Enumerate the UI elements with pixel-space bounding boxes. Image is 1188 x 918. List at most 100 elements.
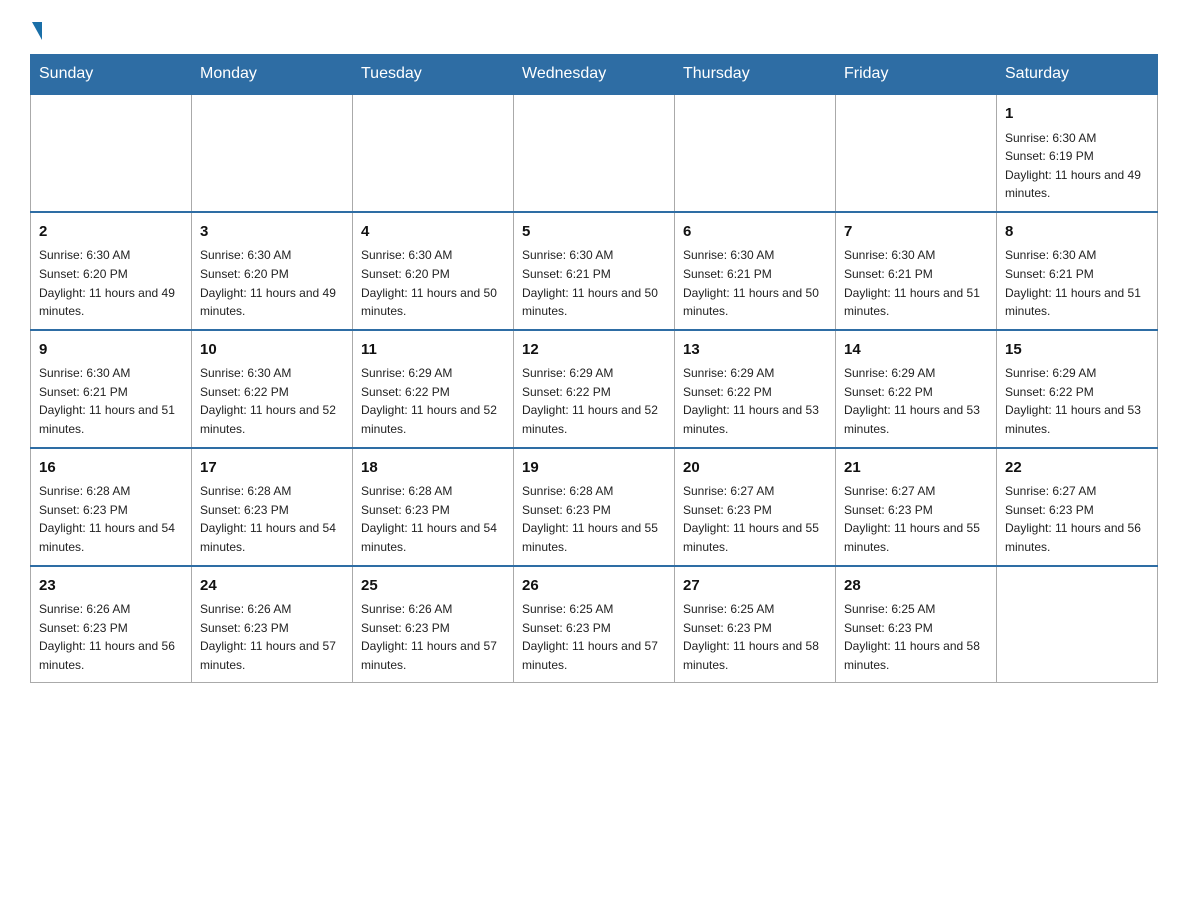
calendar-body: 1 Sunrise: 6:30 AMSunset: 6:19 PMDaylight… — [31, 94, 1158, 683]
calendar-day-cell: 9Sunrise: 6:30 AMSunset: 6:21 PMDaylight… — [31, 330, 192, 448]
day-number: 9 — [39, 339, 183, 362]
calendar-day-cell: 26Sunrise: 6:25 AMSunset: 6:23 PMDayligh… — [514, 566, 675, 683]
calendar-day-cell: 12Sunrise: 6:29 AMSunset: 6:22 PMDayligh… — [514, 330, 675, 448]
day-number: 15 — [1005, 339, 1149, 362]
day-info: Sunrise: 6:29 AMSunset: 6:22 PMDaylight:… — [361, 364, 505, 438]
day-number: 10 — [200, 339, 344, 362]
day-number: 17 — [200, 457, 344, 480]
calendar-day-cell: 1 Sunrise: 6:30 AMSunset: 6:19 PMDaylight… — [997, 94, 1158, 212]
day-number: 20 — [683, 457, 827, 480]
calendar-day-cell: 10Sunrise: 6:30 AMSunset: 6:22 PMDayligh… — [192, 330, 353, 448]
day-number: 25 — [361, 575, 505, 598]
day-info: Sunrise: 6:30 AMSunset: 6:21 PMDaylight:… — [1005, 246, 1149, 320]
day-info: Sunrise: 6:27 AMSunset: 6:23 PMDaylight:… — [683, 482, 827, 556]
day-info: Sunrise: 6:25 AMSunset: 6:23 PMDaylight:… — [844, 600, 988, 674]
calendar-day-cell: 20Sunrise: 6:27 AMSunset: 6:23 PMDayligh… — [675, 448, 836, 566]
calendar-day-header: Wednesday — [514, 55, 675, 95]
calendar-day-cell: 22Sunrise: 6:27 AMSunset: 6:23 PMDayligh… — [997, 448, 1158, 566]
calendar-day-cell: 6Sunrise: 6:30 AMSunset: 6:21 PMDaylight… — [675, 212, 836, 330]
day-number: 27 — [683, 575, 827, 598]
day-info: Sunrise: 6:29 AMSunset: 6:22 PMDaylight:… — [522, 364, 666, 438]
calendar-day-cell: 27Sunrise: 6:25 AMSunset: 6:23 PMDayligh… — [675, 566, 836, 683]
calendar-day-header: Tuesday — [353, 55, 514, 95]
day-number: 12 — [522, 339, 666, 362]
day-info: Sunrise: 6:28 AMSunset: 6:23 PMDaylight:… — [522, 482, 666, 556]
day-info: Sunrise: 6:30 AMSunset: 6:21 PMDaylight:… — [39, 364, 183, 438]
day-info: Sunrise: 6:26 AMSunset: 6:23 PMDaylight:… — [361, 600, 505, 674]
day-info: Sunrise: 6:30 AMSunset: 6:20 PMDaylight:… — [361, 246, 505, 320]
calendar-day-cell: 3Sunrise: 6:30 AMSunset: 6:20 PMDaylight… — [192, 212, 353, 330]
calendar-day-header: Friday — [836, 55, 997, 95]
calendar-day-cell: 18Sunrise: 6:28 AMSunset: 6:23 PMDayligh… — [353, 448, 514, 566]
day-number: 21 — [844, 457, 988, 480]
page-header — [30, 20, 1158, 38]
calendar-day-header: Saturday — [997, 55, 1158, 95]
calendar-day-cell: 5Sunrise: 6:30 AMSunset: 6:21 PMDaylight… — [514, 212, 675, 330]
day-info: Sunrise: 6:28 AMSunset: 6:23 PMDaylight:… — [361, 482, 505, 556]
day-info: Sunrise: 6:27 AMSunset: 6:23 PMDaylight:… — [1005, 482, 1149, 556]
day-info: Sunrise: 6:28 AMSunset: 6:23 PMDaylight:… — [39, 482, 183, 556]
calendar-day-cell: 15Sunrise: 6:29 AMSunset: 6:22 PMDayligh… — [997, 330, 1158, 448]
calendar-day-cell — [675, 94, 836, 212]
day-number: 13 — [683, 339, 827, 362]
day-number: 14 — [844, 339, 988, 362]
calendar-day-cell: 11Sunrise: 6:29 AMSunset: 6:22 PMDayligh… — [353, 330, 514, 448]
day-info: Sunrise: 6:30 AMSunset: 6:20 PMDaylight:… — [200, 246, 344, 320]
day-number: 4 — [361, 221, 505, 244]
day-number: 5 — [522, 221, 666, 244]
calendar-day-cell: 7Sunrise: 6:30 AMSunset: 6:21 PMDaylight… — [836, 212, 997, 330]
day-info: Sunrise: 6:27 AMSunset: 6:23 PMDaylight:… — [844, 482, 988, 556]
day-number: 22 — [1005, 457, 1149, 480]
day-info: Sunrise: 6:30 AMSunset: 6:21 PMDaylight:… — [522, 246, 666, 320]
day-info: Sunrise: 6:30 AMSunset: 6:21 PMDaylight:… — [844, 246, 988, 320]
day-number: 18 — [361, 457, 505, 480]
day-info: Sunrise: 6:26 AMSunset: 6:23 PMDaylight:… — [200, 600, 344, 674]
day-number: 6 — [683, 221, 827, 244]
day-number: 2 — [39, 221, 183, 244]
day-info: Sunrise: 6:30 AMSunset: 6:19 PMDaylight:… — [1005, 129, 1149, 203]
calendar-day-cell: 23Sunrise: 6:26 AMSunset: 6:23 PMDayligh… — [31, 566, 192, 683]
calendar-header-row: SundayMondayTuesdayWednesdayThursdayFrid… — [31, 55, 1158, 95]
day-info: Sunrise: 6:25 AMSunset: 6:23 PMDaylight:… — [522, 600, 666, 674]
calendar-day-cell: 19Sunrise: 6:28 AMSunset: 6:23 PMDayligh… — [514, 448, 675, 566]
day-number: 24 — [200, 575, 344, 598]
calendar-week-row: 23Sunrise: 6:26 AMSunset: 6:23 PMDayligh… — [31, 566, 1158, 683]
calendar-day-cell — [997, 566, 1158, 683]
calendar-day-cell — [192, 94, 353, 212]
calendar-week-row: 16Sunrise: 6:28 AMSunset: 6:23 PMDayligh… — [31, 448, 1158, 566]
day-number: 11 — [361, 339, 505, 362]
day-info: Sunrise: 6:25 AMSunset: 6:23 PMDaylight:… — [683, 600, 827, 674]
calendar-day-cell — [514, 94, 675, 212]
calendar-week-row: 2Sunrise: 6:30 AMSunset: 6:20 PMDaylight… — [31, 212, 1158, 330]
day-info: Sunrise: 6:29 AMSunset: 6:22 PMDaylight:… — [844, 364, 988, 438]
day-number: 8 — [1005, 221, 1149, 244]
logo-arrow-icon — [32, 22, 42, 40]
day-number: 19 — [522, 457, 666, 480]
day-number: 3 — [200, 221, 344, 244]
logo — [30, 20, 42, 38]
calendar-day-header: Sunday — [31, 55, 192, 95]
day-number: 28 — [844, 575, 988, 598]
day-number: 26 — [522, 575, 666, 598]
day-info: Sunrise: 6:26 AMSunset: 6:23 PMDaylight:… — [39, 600, 183, 674]
calendar-day-cell: 13Sunrise: 6:29 AMSunset: 6:22 PMDayligh… — [675, 330, 836, 448]
day-number: 1 — [1005, 103, 1149, 126]
day-number: 23 — [39, 575, 183, 598]
day-info: Sunrise: 6:30 AMSunset: 6:20 PMDaylight:… — [39, 246, 183, 320]
calendar-day-header: Thursday — [675, 55, 836, 95]
calendar-day-cell — [31, 94, 192, 212]
calendar-day-header: Monday — [192, 55, 353, 95]
calendar-week-row: 1 Sunrise: 6:30 AMSunset: 6:19 PMDaylight… — [31, 94, 1158, 212]
calendar-day-cell: 28Sunrise: 6:25 AMSunset: 6:23 PMDayligh… — [836, 566, 997, 683]
day-info: Sunrise: 6:30 AMSunset: 6:22 PMDaylight:… — [200, 364, 344, 438]
calendar-day-cell: 24Sunrise: 6:26 AMSunset: 6:23 PMDayligh… — [192, 566, 353, 683]
calendar-table: SundayMondayTuesdayWednesdayThursdayFrid… — [30, 54, 1158, 683]
calendar-day-cell: 16Sunrise: 6:28 AMSunset: 6:23 PMDayligh… — [31, 448, 192, 566]
calendar-day-cell: 14Sunrise: 6:29 AMSunset: 6:22 PMDayligh… — [836, 330, 997, 448]
day-info: Sunrise: 6:30 AMSunset: 6:21 PMDaylight:… — [683, 246, 827, 320]
day-number: 16 — [39, 457, 183, 480]
calendar-day-cell: 21Sunrise: 6:27 AMSunset: 6:23 PMDayligh… — [836, 448, 997, 566]
calendar-day-cell: 8Sunrise: 6:30 AMSunset: 6:21 PMDaylight… — [997, 212, 1158, 330]
calendar-day-cell — [353, 94, 514, 212]
calendar-week-row: 9Sunrise: 6:30 AMSunset: 6:21 PMDaylight… — [31, 330, 1158, 448]
